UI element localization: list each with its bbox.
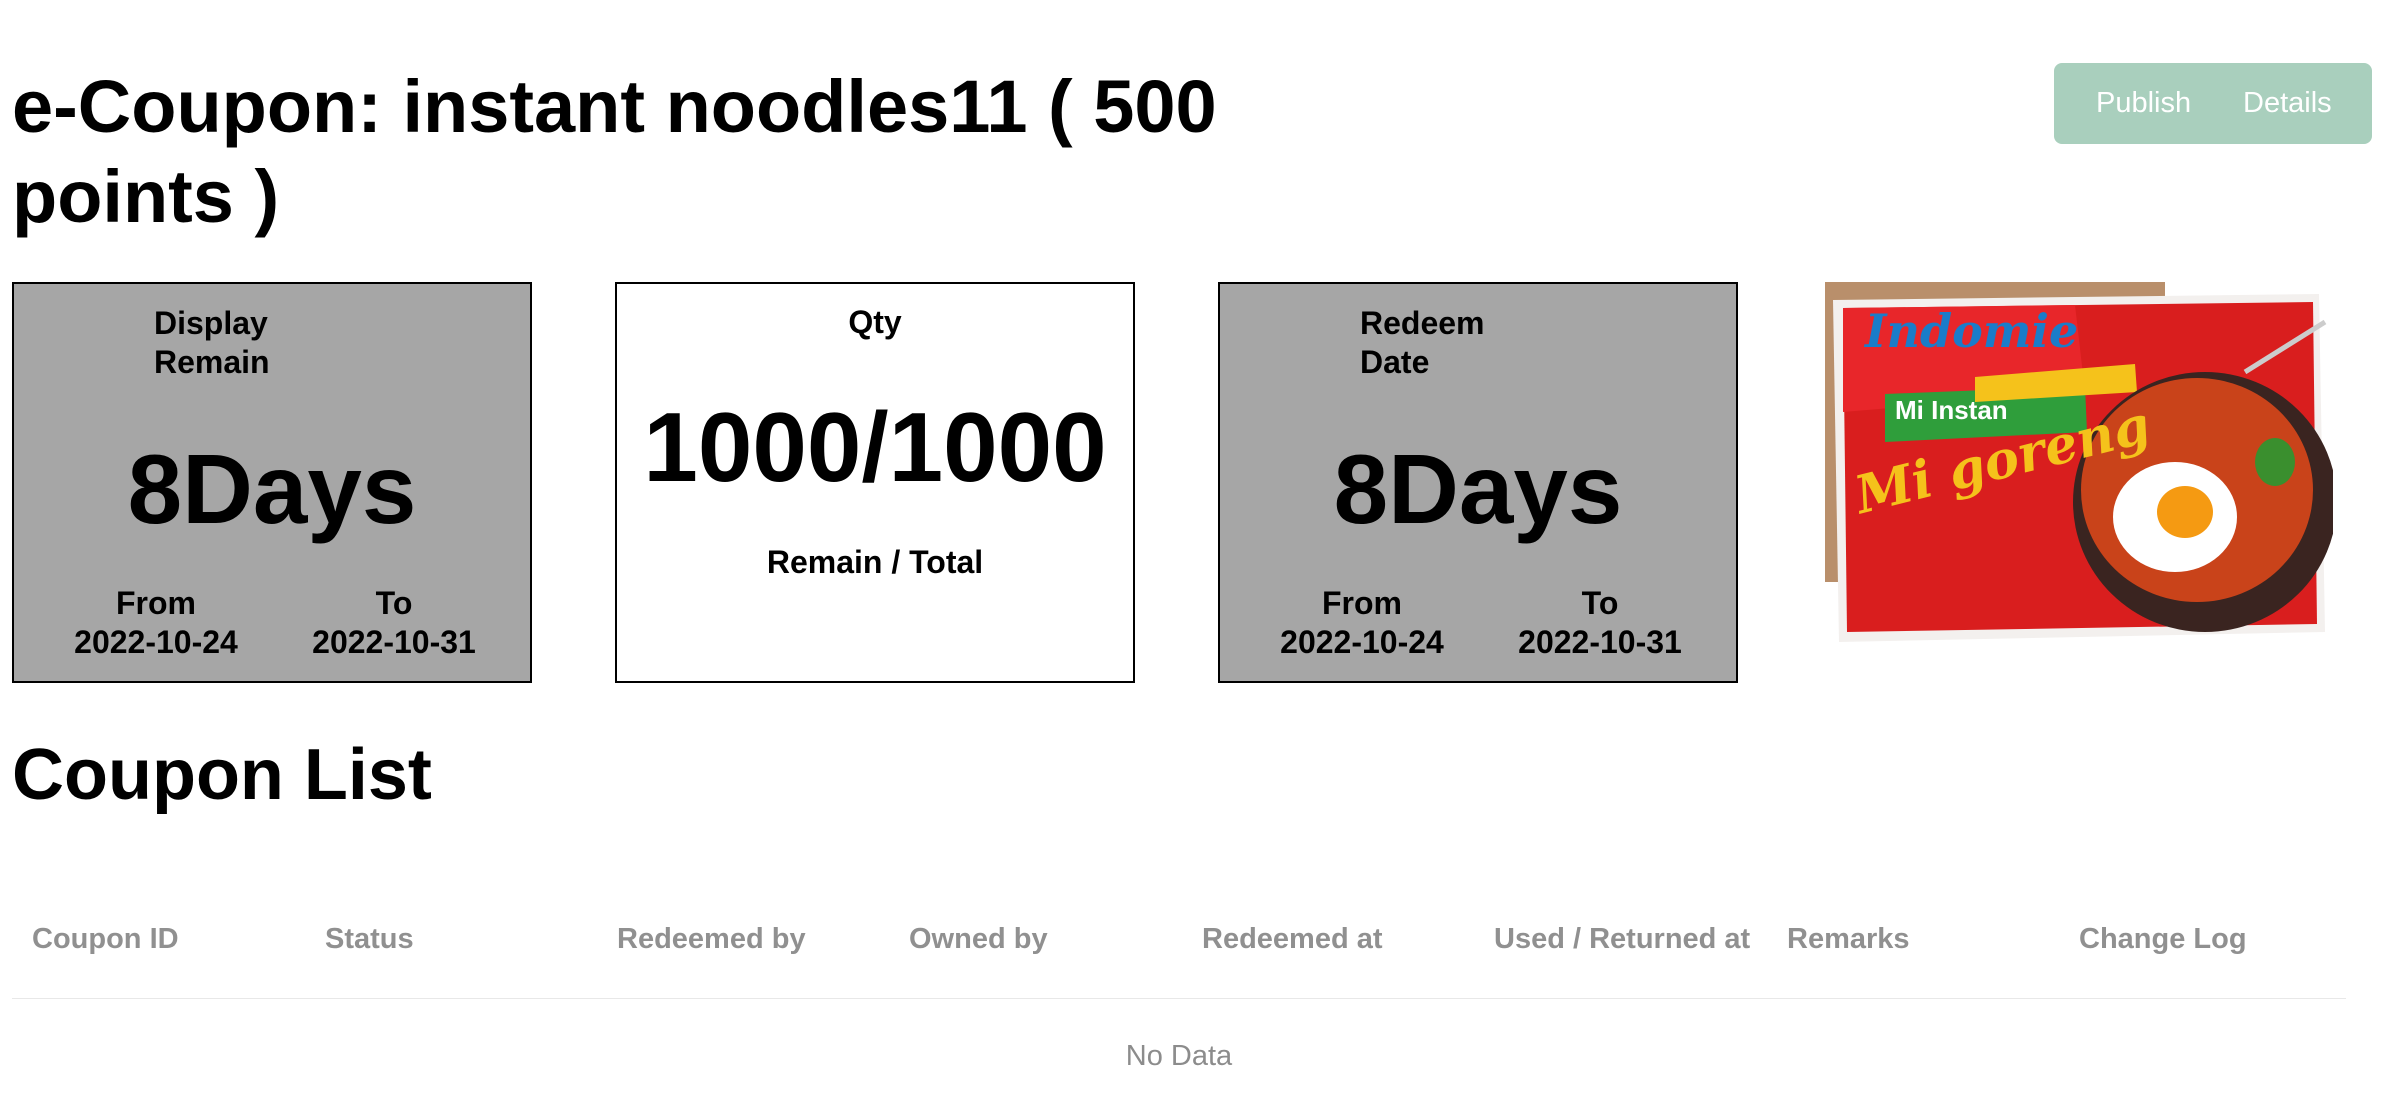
redeem-to-date: 2022-10-31 [1518, 624, 1682, 660]
column-owned-by: Owned by [909, 923, 1048, 955]
display-to-date: 2022-10-31 [312, 624, 476, 660]
display-remain-heading: Display Remain [154, 305, 270, 380]
redeem-from-date: 2022-10-24 [1280, 624, 1444, 660]
product-image: Indomie Mi Instan Mi goreng [1825, 282, 2337, 652]
display-to: To 2022-10-31 [274, 584, 514, 662]
display-from: From 2022-10-24 [36, 584, 276, 662]
display-from-date: 2022-10-24 [74, 624, 238, 660]
display-remain-card: Display Remain 8Days From 2022-10-24 To … [12, 282, 532, 683]
qty-value: 1000/1000 [643, 392, 1107, 502]
qty-heading: Qty [848, 304, 902, 340]
column-redeemed-by: Redeemed by [617, 923, 806, 955]
details-button[interactable]: Details [2243, 87, 2332, 120]
qty-card: Qty 1000/1000 Remain / Total [615, 282, 1135, 683]
action-button-group: Publish Details [2054, 63, 2372, 144]
column-change-log: Change Log [2079, 923, 2247, 955]
column-coupon-id: Coupon ID [32, 923, 179, 955]
redeem-date-heading: Redeem Date [1360, 305, 1485, 380]
table-empty-state: No Data [1125, 1040, 1233, 1072]
column-status: Status [325, 923, 414, 955]
redeem-date-card: Redeem Date 8Days From 2022-10-24 To 202… [1218, 282, 1738, 683]
coupon-table-header: Coupon ID Status Redeemed by Owned by Re… [12, 880, 2346, 999]
display-remain-value: 8Days [127, 434, 417, 544]
product-variant: Mi Instan [1895, 395, 2008, 425]
qty-caption: Remain / Total [766, 544, 984, 580]
publish-button[interactable]: Publish [2096, 87, 2191, 120]
redeem-to: To 2022-10-31 [1480, 584, 1720, 662]
page-title: e-Coupon: instant noodles11 ( 500 points… [12, 65, 1217, 238]
product-brand: Indomie [1865, 304, 2079, 358]
column-redeemed-at: Redeemed at [1202, 923, 1383, 955]
redeem-from: From 2022-10-24 [1242, 584, 1482, 662]
column-used-returned-at: Used / Returned at [1494, 923, 1751, 955]
column-remarks: Remarks [1787, 923, 1910, 955]
redeem-date-value: 8Days [1333, 434, 1623, 544]
coupon-list-title: Coupon List [12, 735, 432, 815]
